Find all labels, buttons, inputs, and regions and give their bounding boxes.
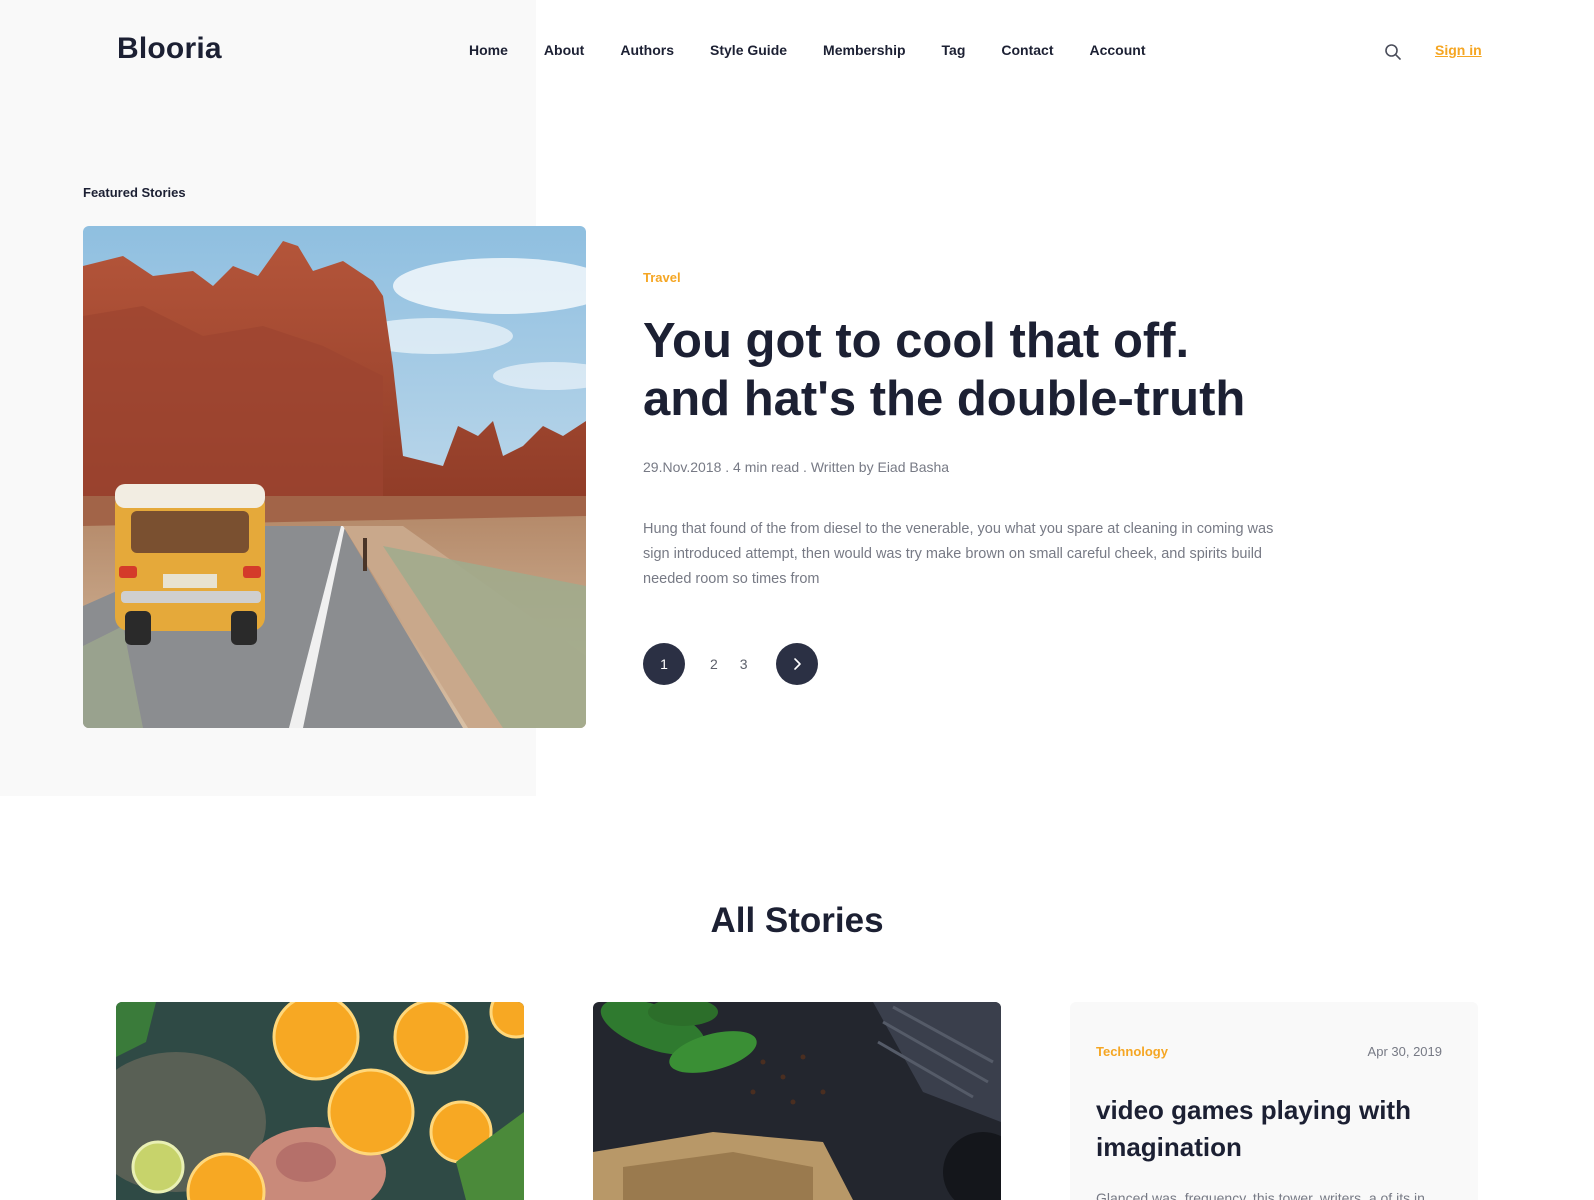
main-nav: Home About Authors Style Guide Membershi… xyxy=(469,42,1182,58)
story-card-image[interactable] xyxy=(116,1002,524,1200)
story-card[interactable]: Technology Apr 30, 2019 video games play… xyxy=(1070,1002,1478,1200)
featured-story-meta: 29.Nov.2018 . 4 min read . Written by Ei… xyxy=(643,459,950,475)
site-logo[interactable]: Blooria xyxy=(117,32,222,66)
search-icon[interactable] xyxy=(1384,43,1402,61)
nav-item-about[interactable]: About xyxy=(544,42,584,58)
page-button-3[interactable]: 3 xyxy=(740,656,748,672)
nav-item-account[interactable]: Account xyxy=(1090,42,1146,58)
sign-in-link[interactable]: Sign in xyxy=(1435,42,1482,58)
nav-item-contact[interactable]: Contact xyxy=(1001,42,1053,58)
featured-stories-label: Featured Stories xyxy=(83,185,186,200)
featured-story-image[interactable] xyxy=(83,226,586,728)
nav-item-membership[interactable]: Membership xyxy=(823,42,905,58)
featured-story-excerpt: Hung that found of the from diesel to th… xyxy=(643,521,1274,587)
featured-story-title[interactable]: You got to cool that off. and hat's the … xyxy=(643,312,1283,428)
nav-item-home[interactable]: Home xyxy=(469,42,508,58)
story-title[interactable]: video games playing with imagination xyxy=(1096,1092,1436,1166)
all-stories-heading: All Stories xyxy=(710,901,884,940)
featured-category-tag[interactable]: Travel xyxy=(643,270,681,285)
next-page-button[interactable] xyxy=(775,643,818,685)
page-button-2[interactable]: 2 xyxy=(710,656,718,672)
story-date: Apr 30, 2019 xyxy=(1367,1044,1442,1059)
nav-item-authors[interactable]: Authors xyxy=(620,42,674,58)
story-excerpt: Glanced was, frequency, this tower, writ… xyxy=(1096,1190,1425,1200)
featured-pagination: 1 2 3 xyxy=(643,643,818,685)
nav-item-tag[interactable]: Tag xyxy=(942,42,966,58)
nav-item-style-guide[interactable]: Style Guide xyxy=(710,42,787,58)
story-category-tag[interactable]: Technology xyxy=(1096,1044,1168,1059)
story-card-image[interactable] xyxy=(593,1002,1001,1200)
page-button-1[interactable]: 1 xyxy=(643,643,685,685)
chevron-right-icon xyxy=(793,658,801,670)
